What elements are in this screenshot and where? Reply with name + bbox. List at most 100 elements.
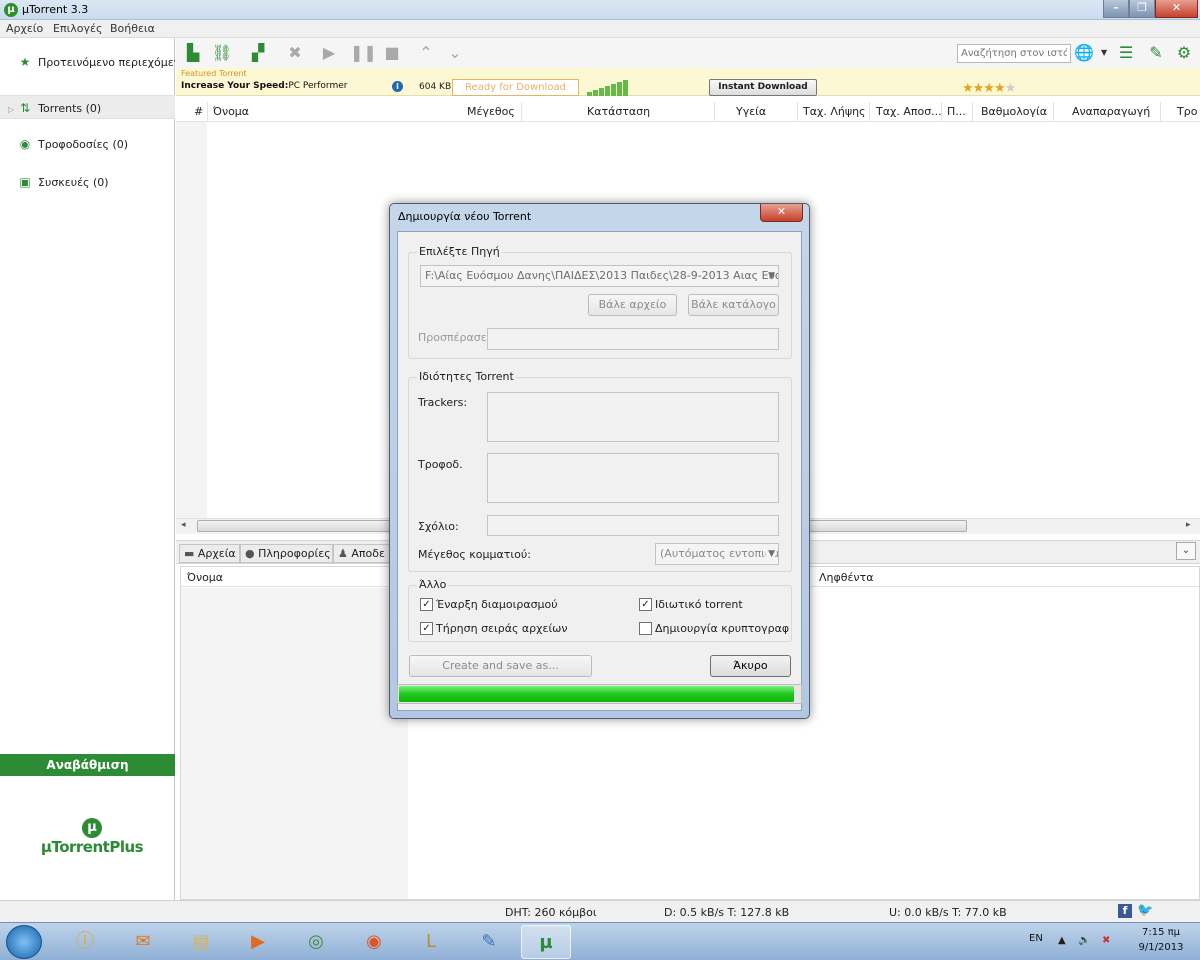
column-header-health[interactable]: Υγεία bbox=[736, 105, 766, 118]
column-divider[interactable] bbox=[869, 102, 870, 121]
start-button[interactable] bbox=[6, 925, 42, 959]
twitter-icon[interactable]: 🐦 bbox=[1137, 903, 1153, 919]
league-of-legends-icon[interactable]: L bbox=[406, 925, 456, 959]
close-button[interactable]: ✕ bbox=[1155, 0, 1198, 18]
column-divider[interactable] bbox=[1053, 102, 1054, 121]
sidebar-item-devices[interactable]: ▣ Συσκευές (0) bbox=[0, 170, 175, 194]
rss-icon: ◉ bbox=[19, 137, 31, 151]
info-app-icon[interactable]: ⓘ bbox=[60, 925, 110, 959]
list-view-icon[interactable]: ☰ bbox=[1115, 42, 1137, 64]
search-input[interactable] bbox=[957, 44, 1071, 63]
tab-info[interactable]: ● Πληροφορίες bbox=[240, 544, 333, 563]
files-column-received[interactable]: Ληφθέντα bbox=[819, 571, 873, 584]
maximize-button[interactable]: ❐ bbox=[1129, 0, 1155, 18]
remove-icon[interactable]: ✖ bbox=[284, 42, 306, 64]
chevron-down-icon[interactable]: ▼ bbox=[1101, 48, 1107, 57]
comment-input[interactable] bbox=[487, 515, 779, 536]
window-title: µTorrent 3.3 bbox=[22, 3, 89, 16]
column-header-up-speed[interactable]: Ταχ. Αποσ... bbox=[876, 105, 942, 118]
move-up-icon[interactable]: ⌃ bbox=[415, 42, 437, 64]
tray-expand-icon[interactable]: ▲ bbox=[1058, 935, 1066, 946]
trackers-label: Trackers: bbox=[418, 396, 468, 409]
peers-icon: ♟ bbox=[338, 547, 348, 560]
media-player-icon[interactable]: ▶ bbox=[233, 925, 283, 959]
column-divider[interactable] bbox=[1160, 102, 1161, 121]
column-divider[interactable] bbox=[521, 102, 522, 121]
column-header-name[interactable]: Όνομα bbox=[213, 105, 249, 118]
cancel-button[interactable]: Άκυρο bbox=[710, 655, 791, 677]
add-directory-button[interactable]: Βάλε κατάλογο bbox=[688, 294, 779, 316]
minimize-button[interactable]: – bbox=[1103, 0, 1129, 18]
network-icon[interactable]: ✖ bbox=[1102, 935, 1110, 946]
add-torrent-icon[interactable]: ▙ bbox=[182, 42, 204, 64]
stop-icon[interactable]: ■ bbox=[381, 42, 403, 64]
menu-options[interactable]: Επιλογές bbox=[53, 22, 102, 35]
tab-files[interactable]: ▬ Αρχεία bbox=[179, 544, 240, 563]
preserve-order-checkbox[interactable]: ✓ bbox=[420, 622, 433, 635]
move-down-icon[interactable]: ⌄ bbox=[444, 42, 466, 64]
firefox-icon[interactable]: ◉ bbox=[349, 925, 399, 959]
column-header-rating[interactable]: Βαθμολογία bbox=[981, 105, 1047, 118]
gear-icon[interactable]: ⚙ bbox=[1173, 42, 1195, 64]
add-file-button[interactable]: Βάλε αρχείο bbox=[588, 294, 677, 316]
piece-size-value: (Αυτόματος εντοπισμός) bbox=[660, 547, 779, 560]
collapse-panel-button[interactable]: ⌄ bbox=[1176, 542, 1196, 560]
piece-size-select[interactable]: (Αυτόματος εντοπισμός)▼ bbox=[655, 543, 779, 565]
pause-icon[interactable]: ❚❚ bbox=[350, 42, 377, 64]
chrome-icon[interactable]: ◎ bbox=[291, 925, 341, 959]
column-header-status[interactable]: Κατάσταση bbox=[587, 105, 650, 118]
download-status[interactable]: D: 0.5 kB/s T: 127.8 kB bbox=[664, 906, 789, 919]
column-divider[interactable] bbox=[797, 102, 798, 121]
paint-icon[interactable]: ✎ bbox=[464, 925, 514, 959]
skip-files-input[interactable] bbox=[487, 328, 779, 350]
column-divider[interactable] bbox=[207, 102, 208, 121]
clock[interactable]: 7:15 πμ 9/1/2013 bbox=[1128, 925, 1194, 955]
column-header-down-speed[interactable]: Ταχ. Λήψης bbox=[803, 105, 866, 118]
source-path-select[interactable]: F:\Αίας Ευόσμου Δανης\ΠΑΙΔΕΣ\2013 Παιδες… bbox=[420, 265, 779, 287]
upload-status[interactable]: U: 0.0 kB/s T: 77.0 kB bbox=[889, 906, 1007, 919]
add-url-icon[interactable]: ⛓ bbox=[211, 42, 233, 64]
star-empty-icon: ★ bbox=[1004, 81, 1017, 96]
column-divider[interactable] bbox=[972, 102, 973, 121]
column-header-playback[interactable]: Αναπαραγωγή bbox=[1072, 105, 1150, 118]
sidebar-item-feeds[interactable]: ◉ Τροφοδοσίες (0) bbox=[0, 132, 175, 156]
volume-icon[interactable]: 🔈 bbox=[1078, 935, 1090, 946]
dialog-close-button[interactable]: ✕ bbox=[760, 204, 803, 222]
column-header-number[interactable]: # bbox=[194, 105, 203, 118]
file-explorer-icon[interactable]: ▤ bbox=[176, 925, 226, 959]
private-torrent-checkbox[interactable]: ✓ bbox=[639, 598, 652, 611]
create-torrent-icon[interactable]: ▞ bbox=[247, 42, 269, 64]
facebook-icon[interactable]: f bbox=[1118, 904, 1132, 918]
instant-download-button[interactable]: Instant Download bbox=[709, 79, 817, 96]
language-indicator[interactable]: EN bbox=[1029, 933, 1043, 944]
utorrent-taskbar-icon[interactable]: µ bbox=[521, 925, 571, 959]
column-header-size[interactable]: Μέγεθος bbox=[467, 105, 515, 118]
feeds-textarea[interactable] bbox=[487, 453, 779, 503]
sidebar-item-featured[interactable]: ★ Προτεινόμενο περιεχόμενο bbox=[0, 50, 175, 74]
remote-icon[interactable]: ✎ bbox=[1145, 42, 1167, 64]
star-icon: ★★★★ bbox=[962, 81, 1006, 96]
trackers-textarea[interactable] bbox=[487, 392, 779, 442]
featured-title[interactable]: Increase Your Speed:PC Performer bbox=[181, 81, 347, 91]
create-and-save-button[interactable]: Create and save as... bbox=[409, 655, 592, 677]
utorrent-plus-logo[interactable]: µ µTorrentPlus bbox=[32, 818, 152, 858]
column-header-peers[interactable]: Π... bbox=[947, 105, 966, 118]
scroll-left-icon[interactable]: ◂ bbox=[181, 520, 186, 530]
files-column-name[interactable]: Όνομα bbox=[187, 571, 223, 584]
encrypt-checkbox[interactable] bbox=[639, 622, 652, 635]
scroll-right-icon[interactable]: ▸ bbox=[1186, 520, 1191, 530]
outlook-icon[interactable]: ✉ bbox=[118, 925, 168, 959]
start-icon[interactable]: ▶ bbox=[318, 42, 340, 64]
upgrade-button[interactable]: Αναβάθμιση bbox=[0, 754, 175, 776]
menu-file[interactable]: Αρχείο bbox=[6, 22, 43, 35]
column-header-extra[interactable]: Τρο bbox=[1177, 105, 1197, 118]
column-divider[interactable] bbox=[941, 102, 942, 121]
tab-peers[interactable]: ♟ Αποδε bbox=[333, 544, 391, 563]
column-divider[interactable] bbox=[714, 102, 715, 121]
sidebar-item-torrents[interactable]: ▷ ⇅ Torrents (0) bbox=[0, 95, 175, 119]
info-icon[interactable]: i bbox=[392, 81, 403, 92]
start-seeding-checkbox[interactable]: ✓ bbox=[420, 598, 433, 611]
menu-help[interactable]: Βοήθεια bbox=[110, 22, 155, 35]
expand-arrow-icon[interactable]: ▷ bbox=[8, 105, 14, 114]
web-search-icon[interactable]: 🌐 bbox=[1073, 42, 1095, 64]
